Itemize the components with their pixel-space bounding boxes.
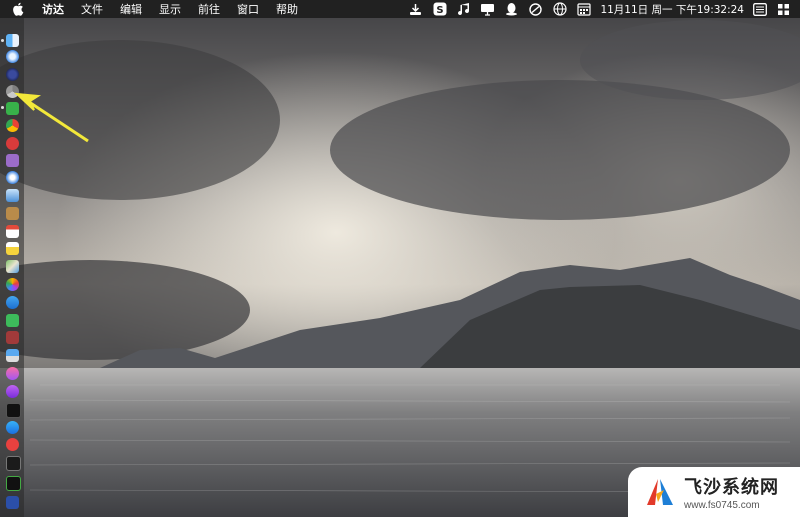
music-icon[interactable] [6, 367, 19, 380]
vivaldi-icon[interactable] [6, 438, 19, 451]
svg-text:S: S [436, 5, 443, 16]
photos-icon[interactable] [6, 154, 19, 167]
menu-bar: 访达 文件 编辑 显示 前往 窗口 帮助 S 11月11日 周一 下午19:32… [0, 0, 800, 18]
terminal-icon[interactable] [6, 456, 21, 471]
podcasts-icon[interactable] [6, 385, 19, 398]
s-app-icon[interactable]: S [432, 2, 447, 16]
menu-go[interactable]: 前往 [198, 1, 220, 17]
display-icon[interactable] [480, 2, 495, 16]
messages-icon[interactable] [6, 314, 19, 327]
safari-compass-icon[interactable] [6, 171, 19, 184]
menu-view[interactable]: 显示 [159, 1, 181, 17]
download-icon[interactable] [408, 2, 423, 16]
annotation-arrow [14, 92, 89, 143]
calendar-icon[interactable] [576, 2, 591, 16]
photos-pinwheel-icon[interactable] [6, 278, 19, 291]
app-store-icon[interactable] [6, 421, 19, 434]
notification-icon[interactable] [752, 2, 767, 16]
browser-blue-icon[interactable] [6, 296, 19, 309]
vpn-icon[interactable] [6, 496, 19, 509]
apple-tv-icon[interactable] [6, 403, 21, 418]
stickies-icon[interactable] [6, 242, 19, 255]
qq-penguin-icon[interactable] [504, 2, 519, 16]
notes-brown-icon[interactable] [6, 207, 19, 220]
watermark-logo-icon [647, 479, 673, 505]
menu-help[interactable]: 帮助 [276, 1, 298, 17]
maps-icon[interactable] [6, 260, 19, 273]
menubar-clock[interactable]: 11月11日 周一 下午19:32:24 [600, 2, 744, 17]
preview-icon[interactable] [6, 189, 19, 202]
music-note-icon[interactable] [456, 2, 471, 16]
watermark-title: 飞沙系统网 [684, 477, 779, 498]
globe-icon[interactable] [552, 2, 567, 16]
site-watermark: 飞沙系统网 www.fs0745.com [628, 467, 800, 517]
menu-edit[interactable]: 编辑 [120, 1, 142, 17]
presentation-icon[interactable] [6, 349, 19, 362]
activity-monitor-icon[interactable] [6, 476, 21, 491]
calendar-dock-icon[interactable] [6, 225, 19, 238]
watermark-url: www.fs0745.com [684, 500, 760, 511]
menu-window[interactable]: 窗口 [237, 1, 259, 17]
no-entry-icon[interactable] [528, 2, 543, 16]
menu-extra-icon[interactable] [776, 2, 791, 16]
desktop-wallpaper [0, 0, 800, 517]
photobooth-icon[interactable] [6, 331, 19, 344]
